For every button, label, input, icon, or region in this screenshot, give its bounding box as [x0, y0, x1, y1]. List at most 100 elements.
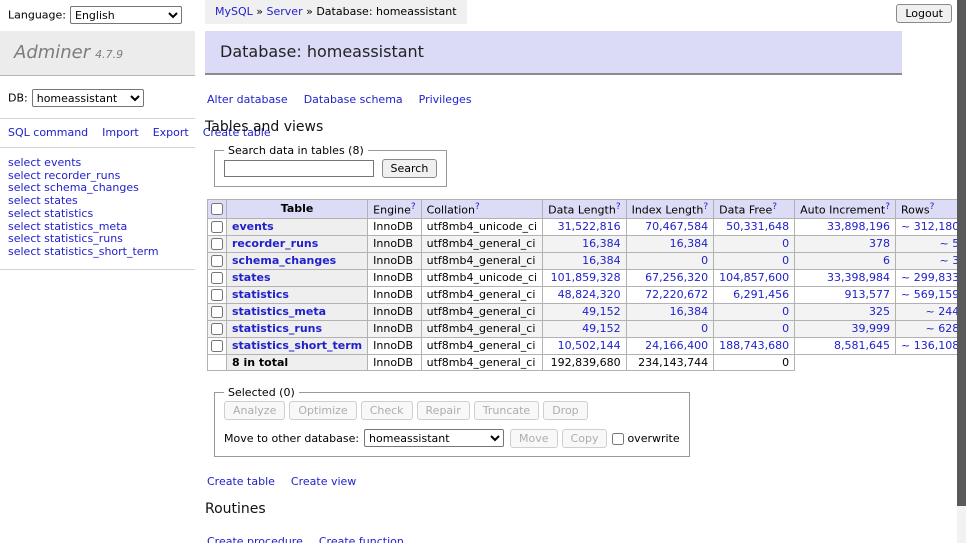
tables-section-title: Tables and views	[205, 119, 902, 135]
table-link-schema-changes[interactable]: schema_changes	[232, 254, 336, 267]
cell-data-free: 104,857,600	[714, 269, 795, 286]
move-buttons: MoveCopy	[510, 432, 611, 445]
db-row: DB:homeassistant	[8, 89, 195, 107]
routine-link-create-function[interactable]: Create function	[319, 535, 404, 543]
sidebar-action-export[interactable]: Export	[153, 126, 189, 139]
col-header-table: Table	[227, 200, 368, 219]
row-checkbox-statistics-meta[interactable]	[211, 306, 223, 318]
cell-auto-increment: 913,577	[795, 286, 896, 303]
table-link-events[interactable]: events	[232, 220, 274, 233]
help-link[interactable]: ?	[772, 202, 777, 212]
cell-collation: utf8mb4_unicode_ci	[421, 218, 542, 235]
cell-auto-increment: 378	[795, 235, 896, 252]
search-input[interactable]	[224, 160, 374, 177]
cell-collation: utf8mb4_general_ci	[421, 337, 542, 354]
breadcrumb-item-server[interactable]: Server	[267, 5, 303, 18]
create-link-create-table[interactable]: Create table	[207, 475, 275, 488]
select-all-checkbox[interactable]	[211, 203, 223, 215]
table-link-states[interactable]: states	[232, 271, 271, 284]
table-link-recorder-runs[interactable]: recorder_runs	[232, 237, 318, 250]
overwrite-checkbox[interactable]	[612, 433, 624, 445]
help-link[interactable]: ?	[411, 202, 416, 212]
db-link-privileges[interactable]: Privileges	[419, 93, 472, 106]
row-checkbox-states[interactable]	[211, 272, 223, 284]
sidebar-item-select-events[interactable]: select events	[8, 157, 187, 170]
search-button[interactable]: Search	[382, 159, 438, 178]
cell-table-name: statistics	[227, 286, 368, 303]
cell-auto-increment: 39,999	[795, 320, 896, 337]
table-link-statistics[interactable]: statistics	[232, 288, 289, 301]
table-head: TableEngine?Collation?Data Length?Index …	[208, 200, 966, 219]
cell-collation: utf8mb4_general_ci	[421, 320, 542, 337]
cell-auto-increment: 33,898,196	[795, 218, 896, 235]
cell-data-length: 101,859,328	[543, 269, 626, 286]
truncate-button[interactable]: Truncate	[474, 401, 539, 420]
cell-rows: ~ 5	[896, 235, 965, 252]
row-checkbox-statistics-runs[interactable]	[211, 323, 223, 335]
help-link[interactable]: ?	[703, 202, 708, 212]
sidebar-item-select-states[interactable]: select states	[8, 195, 187, 208]
db-link-database-schema[interactable]: Database schema	[304, 93, 403, 106]
sidebar-action-import[interactable]: Import	[102, 126, 139, 139]
sidebar-item-select-statistics[interactable]: select statistics	[8, 208, 187, 221]
create-link-create-view[interactable]: Create view	[291, 475, 356, 488]
row-checkbox-schema-changes[interactable]	[211, 255, 223, 267]
cell-data-length: 16,384	[543, 235, 626, 252]
app-name: Adminer	[14, 42, 90, 63]
cell-engine: InnoDB	[368, 337, 421, 354]
check-button[interactable]: Check	[361, 401, 413, 420]
row-checkbox-recorder-runs[interactable]	[211, 238, 223, 250]
help-link[interactable]: ?	[930, 202, 935, 212]
cell-collation: utf8mb4_unicode_ci	[421, 269, 542, 286]
sidebar-action-sql-command[interactable]: SQL command	[8, 126, 88, 139]
analyze-button[interactable]: Analyze	[224, 401, 285, 420]
cell-rows: ~ 136,108	[896, 337, 965, 354]
help-link[interactable]: ?	[475, 202, 480, 212]
cell-data-free: 0	[714, 252, 795, 269]
table-row-statistics-meta: statistics_metaInnoDButf8mb4_general_ci4…	[208, 303, 966, 320]
total-index-length: 234,143,744	[626, 354, 714, 370]
table-row-events: eventsInnoDButf8mb4_unicode_ci31,522,816…	[208, 218, 966, 235]
table-foot: 8 in totalInnoDButf8mb4_general_ci192,83…	[208, 354, 966, 370]
total-data-length: 192,839,680	[543, 354, 626, 370]
db-select[interactable]: homeassistant	[32, 89, 144, 107]
table-row-recorder-runs: recorder_runsInnoDButf8mb4_general_ci16,…	[208, 235, 966, 252]
scrollbar-thumb[interactable]	[957, 0, 966, 506]
table-link-statistics-meta[interactable]: statistics_meta	[232, 305, 326, 318]
sidebar-actions: SQL commandImportExportCreate table	[8, 126, 170, 139]
table-link-statistics-runs[interactable]: statistics_runs	[232, 322, 322, 335]
copy-button[interactable]: Copy	[562, 429, 608, 448]
row-checkbox-events[interactable]	[211, 221, 223, 233]
optimize-button[interactable]: Optimize	[289, 401, 356, 420]
col-header-data-length: Data Length?	[543, 200, 626, 219]
routine-link-create-procedure[interactable]: Create procedure	[207, 535, 303, 543]
row-checkbox-statistics-short-term[interactable]	[211, 340, 223, 352]
cell-rows: ~ 628	[896, 320, 965, 337]
help-link[interactable]: ?	[616, 202, 621, 212]
cell-data-free: 6,291,456	[714, 286, 795, 303]
breadcrumb: MySQL » Server » Database: homeassistant	[205, 0, 467, 24]
table-link-statistics-short-term[interactable]: statistics_short_term	[232, 339, 362, 352]
row-checkbox-statistics[interactable]	[211, 289, 223, 301]
cell-rows: ~ 569,159	[896, 286, 965, 303]
overwrite-label: overwrite	[627, 432, 679, 445]
cell-engine: InnoDB	[368, 320, 421, 337]
cell-data-free: 0	[714, 320, 795, 337]
db-link-alter-database[interactable]: Alter database	[207, 93, 288, 106]
move-db-select[interactable]: homeassistant	[364, 429, 504, 447]
language-select[interactable]: English	[70, 6, 182, 24]
repair-button[interactable]: Repair	[417, 401, 470, 420]
col-header-collation: Collation?	[421, 200, 542, 219]
help-link[interactable]: ?	[885, 202, 890, 212]
routines-links: Create procedure Create function	[207, 535, 902, 543]
breadcrumb-item-mysql[interactable]: MySQL	[215, 5, 253, 18]
cell-table-name: states	[227, 269, 368, 286]
sidebar-item-select-statistics-short-term[interactable]: select statistics_short_term	[8, 246, 187, 259]
cell-data-length: 31,522,816	[543, 218, 626, 235]
logout-button[interactable]: Logout	[896, 4, 952, 23]
total-collation: utf8mb4_general_ci	[421, 354, 542, 370]
cell-auto-increment: 325	[795, 303, 896, 320]
move-button[interactable]: Move	[510, 429, 558, 448]
cell-table-name: recorder_runs	[227, 235, 368, 252]
drop-button[interactable]: Drop	[543, 401, 587, 420]
